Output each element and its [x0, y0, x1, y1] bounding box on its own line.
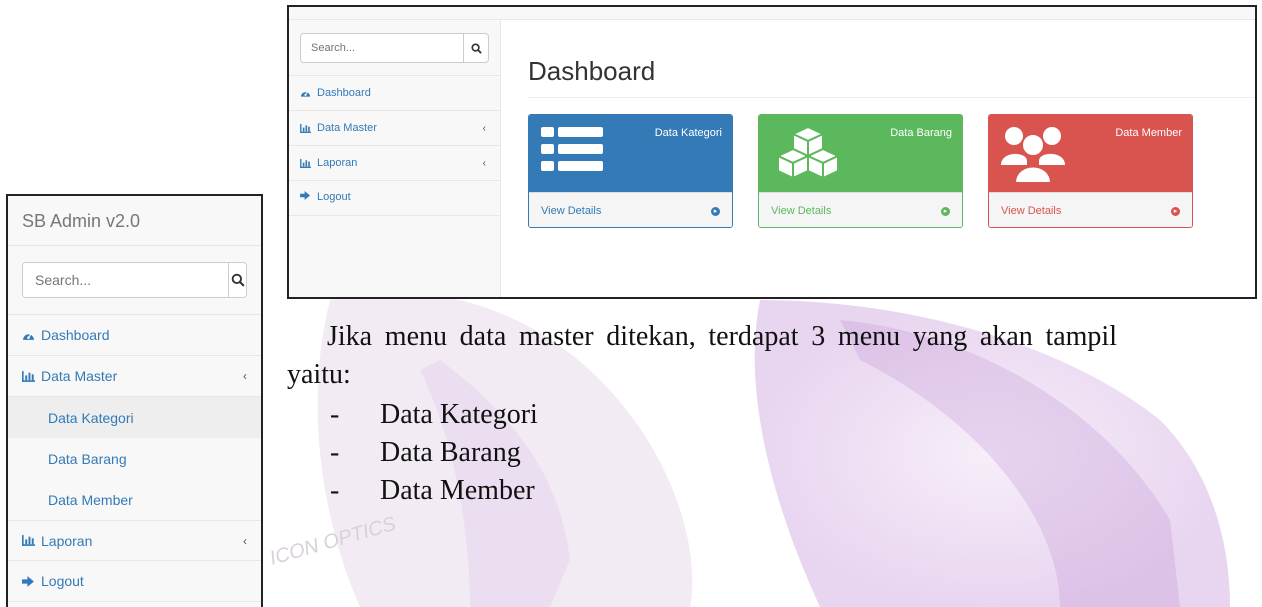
panel-heading: Data Kategori [529, 115, 732, 192]
bullet-list: - Data Kategori - Data Barang - Data Member [287, 396, 1117, 510]
search-input[interactable] [301, 34, 463, 62]
sidebar-item-laporan[interactable]: Laporan ‹ [8, 520, 261, 561]
brand-title[interactable]: SB Admin v2.0 [8, 196, 261, 246]
main-content: Dashboard Data Kategori View Details ▸ D… [501, 20, 1255, 297]
search-group [22, 262, 247, 298]
sidebar-item-label: Laporan [41, 532, 93, 549]
sidebar-item-label: Dashboard [41, 327, 110, 343]
sidebar-item-data-master[interactable]: Data Master ‹ [8, 356, 261, 397]
search-icon [470, 42, 482, 54]
sidebar-item-label: Logout [41, 573, 84, 589]
list-item: - Data Barang [287, 434, 1117, 472]
search-button[interactable] [463, 34, 488, 62]
paragraph: Jika menu data master ditekan, terdapat … [287, 321, 1117, 390]
list-item-text: Data Barang [380, 437, 521, 468]
list-icon [541, 125, 603, 178]
list-item: - Data Member [287, 472, 1117, 510]
cubes-icon [771, 125, 845, 184]
sidebar-item-data-master[interactable]: Data Master ‹ [289, 111, 500, 146]
sidebar-item-label: Logout [317, 191, 351, 203]
panel-row: Data Kategori View Details ▸ Data Barang… [528, 114, 1193, 228]
list-item-text: Data Member [380, 475, 535, 506]
view-details-link[interactable]: View Details ▸ [529, 192, 732, 227]
sidebar-search [289, 20, 500, 76]
users-icon [1001, 125, 1065, 188]
chevron-left-icon: ‹ [482, 157, 486, 169]
top-navbar [289, 7, 1255, 20]
search-icon [231, 273, 245, 287]
sidebar-item-label: Data Master [41, 368, 118, 384]
bar-chart-icon [300, 158, 311, 168]
panel-title: Data Kategori [654, 127, 722, 139]
search-group [300, 33, 489, 63]
search-button[interactable] [228, 263, 246, 297]
list-item-text: Data Kategori [380, 399, 538, 430]
search-input[interactable] [23, 263, 228, 297]
submenu-item-data-kategori[interactable]: Data Kategori [8, 397, 261, 438]
sidebar-item-dashboard[interactable]: Dashboard [8, 315, 261, 356]
dashboard-icon [300, 88, 311, 98]
sidebar-expanded-screenshot: SB Admin v2.0 Dashboard Data Master ‹ Da… [6, 194, 263, 607]
bar-chart-icon [22, 535, 35, 546]
chevron-left-icon: ‹ [243, 533, 247, 548]
view-details-label: View Details [771, 205, 832, 217]
panel-data-barang: Data Barang View Details ▸ [758, 114, 963, 228]
sidebar: Dashboard Data Master ‹ Laporan ‹ Logout [289, 20, 501, 297]
arrow-circle-right-icon: ▸ [941, 206, 950, 216]
bullet-marker: - [330, 437, 340, 468]
sign-out-icon [300, 191, 311, 200]
view-details-label: View Details [1001, 205, 1062, 217]
sidebar-item-dashboard[interactable]: Dashboard [289, 76, 500, 111]
panel-data-kategori: Data Kategori View Details ▸ [528, 114, 733, 228]
panel-heading: Data Member [989, 115, 1192, 192]
view-details-link[interactable]: View Details ▸ [759, 192, 962, 227]
sidebar-search [8, 246, 261, 315]
bullet-marker: - [330, 475, 340, 506]
sidebar-item-label: Data Master [317, 122, 377, 134]
sidebar-item-logout[interactable]: Logout [8, 561, 261, 602]
sidebar-item-logout[interactable]: Logout [289, 181, 500, 216]
watermark-text: ICON OPTICS [267, 513, 399, 570]
chevron-left-icon: ‹ [482, 122, 486, 134]
panel-title: Data Barang [890, 127, 952, 139]
bar-chart-icon [22, 370, 35, 382]
bullet-marker: - [330, 399, 340, 430]
view-details-link[interactable]: View Details ▸ [989, 192, 1192, 227]
list-item: - Data Kategori [287, 396, 1117, 434]
bar-chart-icon [300, 123, 311, 133]
panel-heading: Data Barang [759, 115, 962, 192]
arrow-circle-right-icon: ▸ [1171, 206, 1180, 216]
page-title: Dashboard [528, 56, 1255, 98]
chevron-left-icon: ‹ [243, 369, 247, 383]
panel-title: Data Member [1115, 127, 1182, 139]
sidebar-item-laporan[interactable]: Laporan ‹ [289, 146, 500, 181]
submenu-item-data-barang[interactable]: Data Barang [8, 438, 261, 479]
sidebar-item-label: Dashboard [317, 87, 371, 99]
document-body: Jika menu data master ditekan, terdapat … [287, 318, 1117, 510]
dashboard-screenshot: Dashboard Data Master ‹ Laporan ‹ Logout… [287, 5, 1257, 299]
submenu-item-data-member[interactable]: Data Member [8, 479, 261, 520]
sidebar-item-label: Laporan [317, 157, 358, 169]
panel-data-member: Data Member View Details ▸ [988, 114, 1193, 228]
arrow-circle-right-icon: ▸ [711, 206, 720, 216]
dashboard-icon [22, 330, 35, 341]
sign-out-icon [22, 575, 35, 587]
view-details-label: View Details [541, 205, 602, 217]
